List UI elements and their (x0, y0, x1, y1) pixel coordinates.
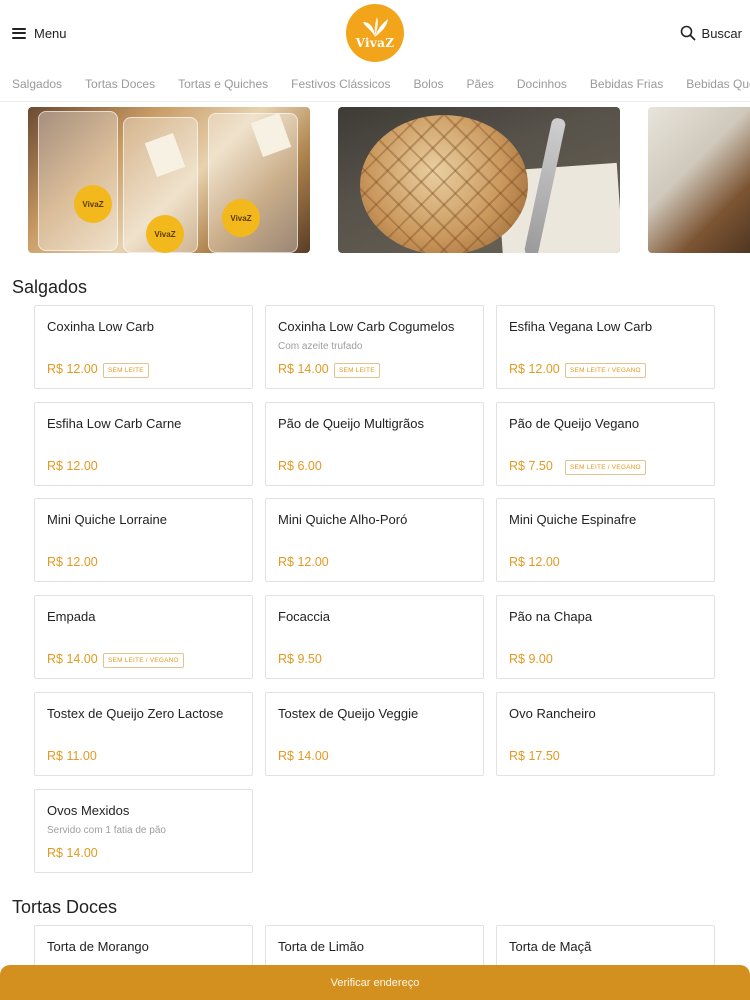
tab-paes[interactable]: Pães (467, 77, 494, 91)
product-name: Torta de Limão (278, 939, 364, 954)
product-price: R$ 12.00 (278, 555, 329, 569)
hamburger-icon (12, 27, 26, 39)
product-card[interactable]: Pão de Queijo Multigrãos R$ 6.00 (265, 402, 484, 486)
product-price: R$ 12.00 (509, 362, 560, 376)
vivaz-sticker: VivaZ (74, 185, 112, 223)
product-card[interactable]: Mini Quiche Alho-Poró R$ 12.00 (265, 498, 484, 582)
diet-badge: SEM LEITE (103, 363, 149, 378)
product-name: Empada (47, 609, 96, 624)
product-name: Coxinha Low Carb Cogumelos (278, 319, 455, 334)
verify-address-button[interactable]: Verificar endereço (0, 965, 750, 1000)
tab-bolos[interactable]: Bolos (413, 77, 443, 91)
banner-image-bread-bags[interactable]: VivaZ VivaZ VivaZ (28, 107, 310, 253)
product-card[interactable]: Esfiha Vegana Low Carb R$ 12.00 SEM LEITE … (496, 305, 715, 389)
search-icon (680, 25, 695, 41)
product-card[interactable]: Focaccia R$ 9.50 (265, 595, 484, 679)
tab-bebidas-frias[interactable]: Bebidas Frias (590, 77, 663, 91)
product-name: Tostex de Queijo Zero Lactose (47, 706, 224, 721)
product-price: R$ 12.00 (47, 555, 98, 569)
product-name: Pão na Chapa (509, 609, 593, 624)
diet-badge: SEM LEITE (334, 363, 380, 378)
product-card[interactable]: Empada R$ 14.00 SEM LEITE / VEGANO (34, 595, 253, 679)
product-description: Com azeite trufado (278, 341, 363, 352)
tab-docinhos[interactable]: Docinhos (517, 77, 567, 91)
product-price: R$ 14.00 (278, 749, 329, 763)
logo-text: VivaZ (355, 36, 395, 50)
product-card[interactable]: Coxinha Low Carb Cogumelos Com azeite tru… (265, 305, 484, 389)
verify-address-label: Verificar endereço (330, 976, 420, 989)
product-card[interactable]: Ovo Rancheiro R$ 17.50 (496, 692, 715, 776)
product-name: Esfiha Vegana Low Carb (509, 319, 653, 334)
product-card[interactable]: Mini Quiche Lorraine R$ 12.00 (34, 498, 253, 582)
product-card[interactable]: Mini Quiche Espinafre R$ 12.00 (496, 498, 715, 582)
product-price: R$ 9.00 (509, 652, 553, 666)
product-card[interactable]: Ovos Mexidos Servido com 1 fatia de pão R$… (34, 789, 253, 873)
banner-image-sliced-bread[interactable] (648, 107, 750, 253)
product-price: R$ 7.50 (509, 459, 553, 473)
vivaz-logo[interactable]: VivaZ (346, 4, 404, 62)
product-card[interactable]: Pão na Chapa R$ 9.00 (496, 595, 715, 679)
product-name: Torta de Maçã (509, 939, 592, 954)
product-name: Ovos Mexidos (47, 803, 130, 818)
product-name: Pão de Queijo Multigrãos (278, 416, 424, 431)
tab-tortas-doces[interactable]: Tortas Doces (85, 77, 155, 91)
product-card[interactable]: Tostex de Queijo Zero Lactose R$ 11.00 (34, 692, 253, 776)
diet-badge: SEM LEITE / VEGANO (103, 653, 184, 668)
menu-button[interactable]: Menu (12, 22, 67, 44)
search-button[interactable]: Buscar (680, 22, 742, 44)
tab-bebidas-quentes[interactable]: Bebidas Quentes (686, 77, 750, 91)
product-name: Pão de Queijo Vegano (509, 416, 640, 431)
product-price: R$ 12.00 (47, 459, 98, 473)
tab-salgados[interactable]: Salgados (12, 77, 62, 91)
search-label: Buscar (701, 25, 742, 41)
vivaz-sticker: VivaZ (222, 199, 260, 237)
product-price: R$ 6.00 (278, 459, 322, 473)
banner-image-round-bread[interactable] (338, 107, 620, 253)
leaf-icon (363, 17, 388, 37)
product-name: Mini Quiche Alho-Poró (278, 512, 408, 527)
product-card[interactable]: Pão de Queijo Vegano R$ 7.50 SEM LEITE / V… (496, 402, 715, 486)
product-price: R$ 12.00 (47, 362, 98, 376)
banner-carousel[interactable]: VivaZ VivaZ VivaZ (0, 107, 750, 254)
product-price: R$ 9.50 (278, 652, 322, 666)
product-card[interactable]: Coxinha Low Carb R$ 12.00 SEM LEITE (34, 305, 253, 389)
product-price: R$ 14.00 (47, 652, 98, 666)
section-title-tortas-doces: Tortas Doces (12, 897, 118, 917)
product-card[interactable]: Tostex de Queijo Veggie R$ 14.00 (265, 692, 484, 776)
product-card[interactable]: Esfiha Low Carb Carne R$ 12.00 (34, 402, 253, 486)
product-name: Mini Quiche Lorraine (47, 512, 167, 527)
round-bread (360, 115, 528, 253)
product-price: R$ 11.00 (47, 749, 97, 763)
bread-bag (38, 111, 118, 251)
diet-badge: SEM LEITE / VEGANO (565, 460, 646, 475)
header: Menu VivaZ Buscar (0, 0, 750, 66)
product-name: Torta de Morango (47, 939, 149, 954)
product-price: R$ 12.00 (509, 555, 560, 569)
product-name: Coxinha Low Carb (47, 319, 154, 334)
product-price: R$ 14.00 (278, 362, 329, 376)
category-tabs: Salgados Tortas Doces Tortas e Quiches F… (0, 66, 750, 102)
product-name: Focaccia (278, 609, 331, 624)
menu-label: Menu (34, 25, 67, 41)
product-name: Ovo Rancheiro (509, 706, 596, 721)
tab-tortas-e-quiches[interactable]: Tortas e Quiches (178, 77, 268, 91)
product-price: R$ 17.50 (509, 749, 560, 763)
section-title-salgados: Salgados (12, 277, 88, 297)
product-description: Servido com 1 fatia de pão (47, 825, 166, 836)
product-name: Mini Quiche Espinafre (509, 512, 637, 527)
product-name: Esfiha Low Carb Carne (47, 416, 182, 431)
vivaz-sticker: VivaZ (146, 215, 184, 253)
tab-festivos-classicos[interactable]: Festivos Clássicos (291, 77, 390, 91)
diet-badge: SEM LEITE / VEGANO (565, 363, 646, 378)
product-name: Tostex de Queijo Veggie (278, 706, 419, 721)
product-price: R$ 14.00 (47, 846, 98, 860)
